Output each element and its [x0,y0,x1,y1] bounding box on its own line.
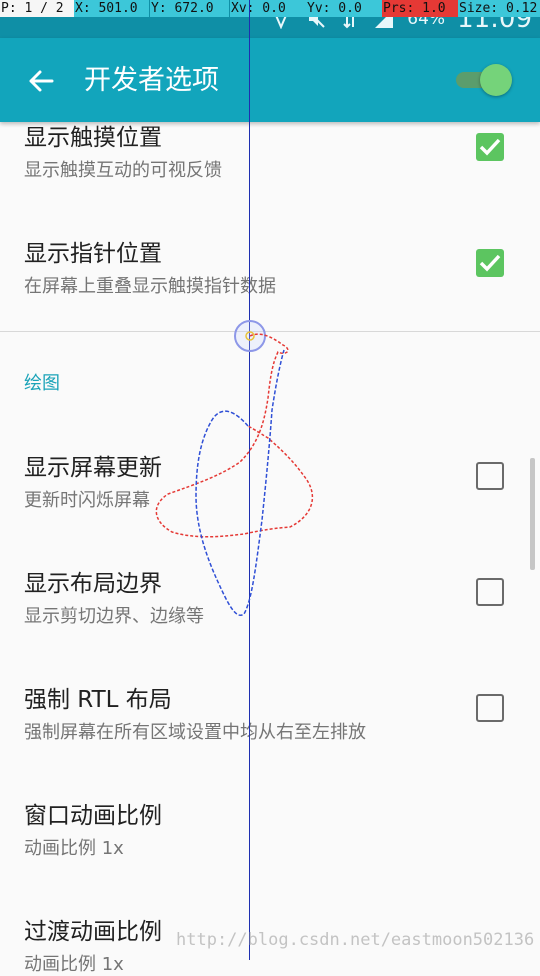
pointer-trail-overlay [155,320,314,616]
watermark: http://blog.csdn.net/eastmoon502136 [176,930,535,950]
pointer-trail-blue [195,349,285,616]
pointer-trail-red [155,333,314,538]
